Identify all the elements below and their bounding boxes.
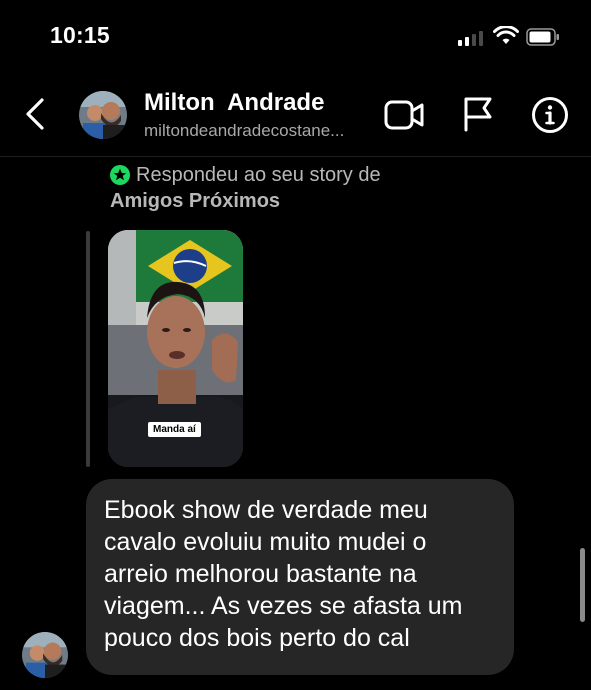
video-call-button[interactable] (382, 96, 426, 134)
story-reply-label: Respondeu ao seu story de (136, 164, 381, 186)
scrollbar[interactable] (580, 548, 585, 622)
story-sticker-text: Manda aí (148, 422, 201, 437)
story-audience-label: Amigos Próximos (110, 190, 281, 212)
message-bubble[interactable]: Ebook show de verdade meu cavalo evoluiu… (86, 479, 514, 675)
contact-username[interactable]: miltondeandradecostane... (144, 121, 344, 141)
report-flag-button[interactable] (458, 94, 496, 134)
signal-icon (458, 30, 484, 46)
story-thumbnail[interactable]: Manda aí (108, 230, 243, 467)
contact-name[interactable]: Milton Andrade (144, 89, 324, 117)
avatar[interactable] (79, 91, 127, 139)
wifi-icon (493, 26, 519, 44)
header-divider (0, 156, 591, 157)
message-line: Ebook show de verdade meu (104, 496, 428, 524)
info-button[interactable] (530, 95, 570, 135)
message-line: arreio melhorou bastante na (104, 560, 417, 588)
back-button[interactable] (16, 94, 56, 134)
message-line: cavalo evoluiu muito mudei o (104, 528, 427, 556)
battery-icon (526, 28, 559, 46)
message-line: viagem... As vezes se afasta um (104, 592, 463, 620)
message-line: pouco dos bois perto do cal (104, 624, 410, 652)
status-time: 10:15 (50, 22, 110, 48)
star-icon (110, 165, 130, 185)
message-text: Ebook show de verdade meu cavalo evoluiu… (104, 494, 496, 654)
reply-indicator-bar (86, 231, 90, 467)
sender-avatar[interactable] (22, 632, 68, 678)
